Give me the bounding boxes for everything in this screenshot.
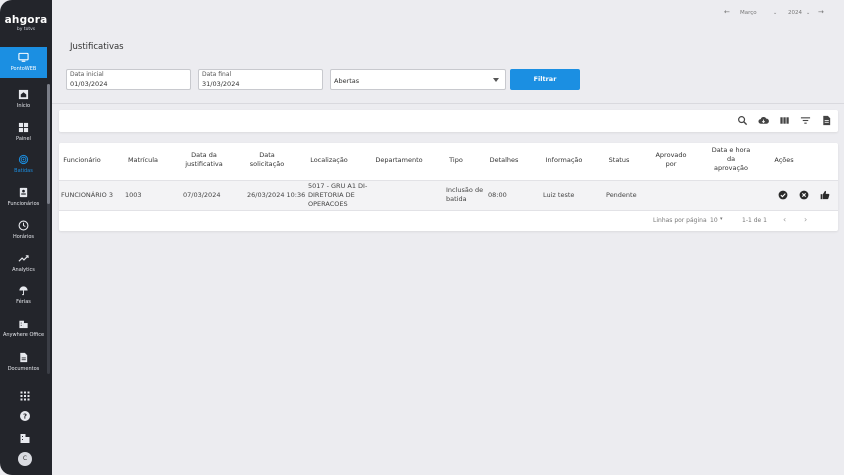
cell-funcionario: FUNCIONÁRIO 3 — [61, 191, 113, 199]
next-page-icon[interactable]: › — [804, 215, 807, 224]
month-select[interactable]: Março — [740, 10, 757, 16]
sidebar-item-documentos[interactable]: Documentos — [0, 352, 47, 382]
sidebar-item-label: Batidas — [14, 168, 33, 174]
chevron-down-icon[interactable]: ▾ — [720, 216, 723, 222]
sidebar-item-label: Funcionários — [7, 201, 40, 207]
home-icon — [18, 89, 29, 100]
cloud-download-icon[interactable] — [758, 115, 769, 126]
sidebar-item-batidas[interactable]: Batidas — [0, 154, 47, 184]
rows-per-page-label: Linhas por página — [653, 217, 707, 224]
cell-status: Pendente — [606, 191, 637, 199]
col-header-acoes: Ações — [774, 156, 794, 164]
sidebar-item-label: Documentos — [7, 366, 40, 372]
reject-icon[interactable] — [799, 190, 809, 200]
monitor-icon — [18, 52, 29, 62]
col-header-tipo[interactable]: Tipo — [445, 156, 467, 165]
col-header-matricula[interactable]: Matrícula — [125, 156, 161, 165]
filter-button[interactable]: Filtrar — [510, 69, 580, 90]
apps-grid-icon[interactable] — [19, 390, 31, 402]
end-date-value: 31/03/2024 — [202, 80, 240, 88]
trend-icon — [18, 255, 29, 262]
col-header-funcionario[interactable]: Funcionário — [63, 156, 101, 165]
sidebar-item-ferias[interactable]: Férias — [0, 285, 47, 315]
table-toolbar — [59, 110, 838, 132]
sidebar-item-label: Início — [16, 103, 31, 109]
sidebar-item-label: Anywhere Office — [2, 332, 45, 338]
svg-text:?: ? — [23, 413, 27, 421]
sidebar-item-label: Horários — [12, 234, 35, 240]
document-icon — [20, 352, 28, 363]
sidebar-item-horarios[interactable]: Horários — [0, 220, 47, 250]
sidebar-item-funcionarios[interactable]: Funcionários — [0, 187, 47, 217]
cell-informacao: Luiz teste — [543, 191, 575, 199]
sidebar-item-pontoweb[interactable]: PontoWEB — [0, 47, 47, 78]
start-date-field[interactable]: Data inicial 01/03/2024 — [66, 69, 191, 90]
end-date-field[interactable]: Data final 31/03/2024 — [198, 69, 323, 90]
filter-list-icon[interactable] — [800, 115, 811, 126]
sidebar-scrollbar-thumb[interactable] — [47, 84, 50, 204]
help-icon[interactable]: ? — [19, 410, 31, 422]
col-header-status[interactable]: Status — [605, 156, 633, 165]
company-icon[interactable] — [19, 432, 31, 444]
chevron-down-icon[interactable]: ⌄ — [806, 10, 810, 16]
col-header-data-solicitacao[interactable]: Data solicitação — [247, 151, 287, 169]
end-date-label: Data final — [202, 71, 232, 78]
logo-text: ahgora — [4, 14, 48, 26]
sidebar-item-label: Painel — [16, 136, 31, 142]
col-header-localizacao[interactable]: Localização — [309, 156, 349, 165]
row-divider — [59, 210, 838, 211]
brand-logo[interactable]: ahgora by totvs — [0, 14, 52, 32]
sidebar-item-painel[interactable]: Painel — [0, 122, 47, 152]
avatar[interactable]: C — [18, 452, 32, 466]
app-window: ahgora by totvs PontoWEB Início Painel B… — [0, 0, 844, 475]
building-icon — [19, 320, 28, 329]
start-date-value: 01/03/2024 — [70, 80, 108, 88]
year-select[interactable]: 2024 — [788, 10, 802, 16]
divider — [52, 103, 844, 104]
status-select-value: Abertas — [334, 77, 360, 85]
umbrella-icon — [19, 286, 28, 296]
start-date-label: Data inicial — [70, 71, 104, 78]
dashboard-icon — [18, 122, 29, 133]
status-select[interactable]: Abertas — [330, 69, 506, 90]
col-header-informacao[interactable]: Informação — [543, 156, 585, 165]
sidebar-item-label: Analytics — [12, 267, 35, 273]
clock-icon — [18, 220, 29, 231]
columns-icon[interactable] — [779, 115, 790, 126]
approve-icon[interactable] — [778, 190, 788, 200]
col-header-departamento[interactable]: Departamento — [373, 156, 425, 165]
cell-tipo: Inclusão de batida — [446, 186, 484, 203]
col-header-data-aprovacao[interactable]: Data e hora da aprovação — [709, 146, 753, 173]
sidebar-item-anywhere-office[interactable]: Anywhere Office — [0, 318, 47, 348]
sidebar-item-label: Férias — [16, 299, 31, 305]
badge-icon — [19, 187, 28, 198]
col-header-detalhes[interactable]: Detalhes — [487, 156, 521, 165]
fingerprint-icon — [18, 154, 29, 165]
prev-period-arrow-icon[interactable]: ← — [724, 8, 730, 16]
thumbs-up-icon[interactable] — [820, 190, 830, 200]
cell-data-solicitacao: 26/03/2024 10:36 — [247, 191, 306, 199]
cell-matricula: 1003 — [125, 191, 142, 199]
search-icon[interactable] — [737, 115, 748, 126]
justifications-table: Funcionário Matrícula Data da justificat… — [59, 143, 838, 231]
pagination-range: 1-1 de 1 — [742, 217, 767, 224]
col-header-data-justificativa[interactable]: Data da justificativa — [183, 151, 225, 169]
cell-detalhes: 08:00 — [488, 191, 507, 199]
cell-localizacao: 5017 - GRU A1 DI-DIRETORIA DE OPERACOES — [308, 182, 368, 208]
page-title: Justificativas — [70, 42, 124, 52]
col-header-aprovado-por[interactable]: Aprovado por — [653, 151, 689, 169]
next-period-arrow-icon[interactable]: → — [818, 8, 824, 16]
rows-per-page-select[interactable]: 10 — [710, 217, 718, 224]
chevron-down-icon[interactable]: ⌄ — [773, 10, 777, 16]
report-icon[interactable] — [821, 115, 832, 126]
cell-data-justificativa: 07/03/2024 — [183, 191, 221, 199]
dropdown-arrow-icon — [493, 78, 499, 82]
logo-subtext: by totvs — [16, 27, 36, 32]
prev-page-icon[interactable]: ‹ — [783, 215, 786, 224]
sidebar-item-label: PontoWEB — [10, 66, 37, 72]
sidebar-item-analytics[interactable]: Analytics — [0, 253, 47, 283]
sidebar-item-inicio[interactable]: Início — [0, 89, 47, 119]
sidebar: ahgora by totvs PontoWEB Início Painel B… — [0, 0, 52, 475]
